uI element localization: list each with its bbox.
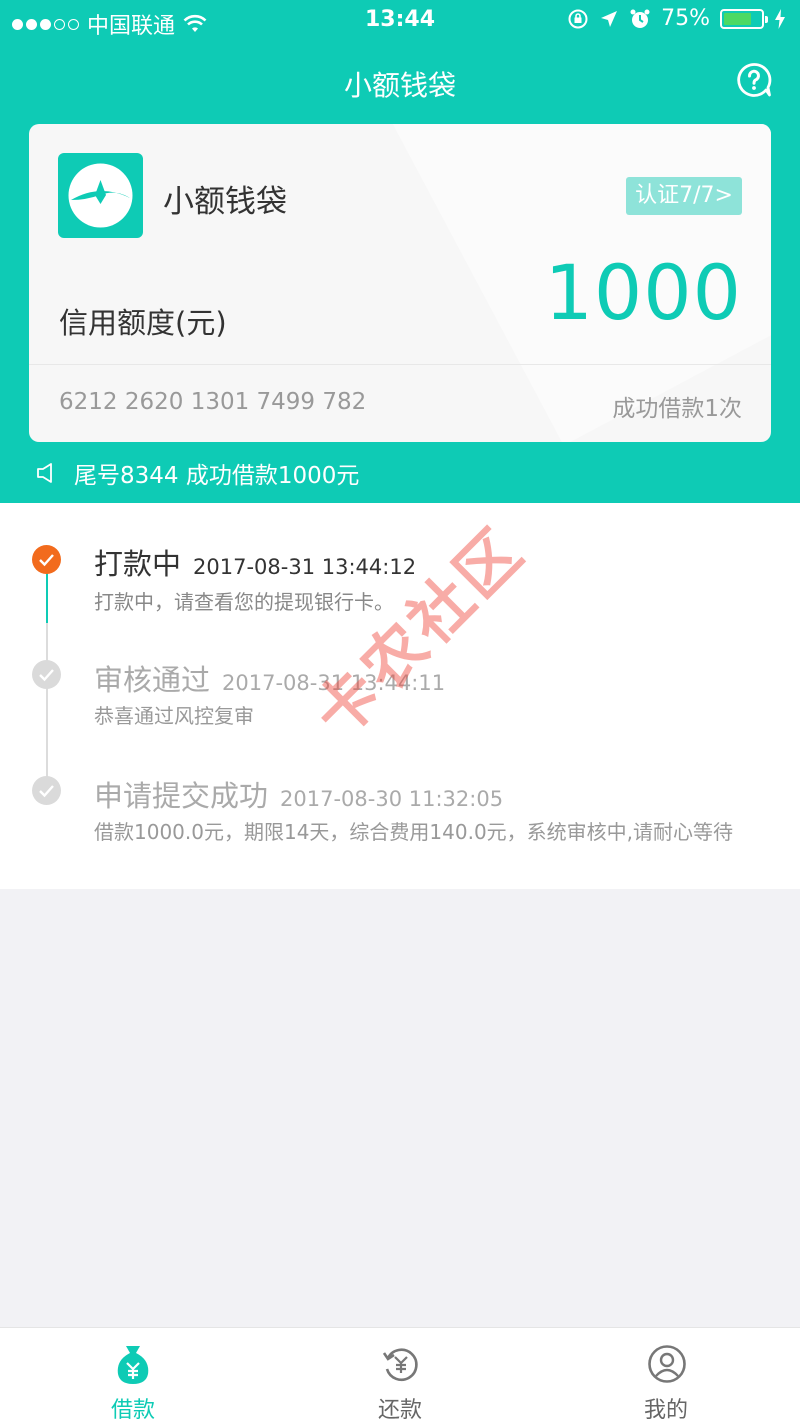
card-app-name: 小额钱袋 [163,184,287,220]
tab-mine[interactable]: 我的 [606,1328,726,1423]
step-title: 打款中 [94,547,182,581]
credit-card-panel: 小额钱袋 认证7/7> 信用额度(元) 1000 6212 2620 1301 … [29,124,771,442]
bank-card-number: 6212 2620 1301 7499 782 [59,389,367,415]
step-time: 2017-08-31 13:44:12 [193,555,417,579]
check-icon [39,785,54,798]
step-done-icon [32,660,61,689]
step-done-icon [32,776,61,805]
tab-borrow[interactable]: 借款 [73,1328,193,1423]
step-time: 2017-08-30 11:32:05 [280,787,504,811]
timeline-line-active [46,573,48,623]
status-bar: 中国联通 13:44 75% [0,0,800,40]
alarm-icon [630,9,650,28]
rotation-lock-icon [568,9,588,28]
tab-label: 借款 [110,1398,155,1423]
app-logo-icon [68,163,133,228]
tab-bar: 借款 还款 我的 [0,1327,800,1423]
step-description: 借款1000.0元，期限14天，综合费用140.0元，系统审核中,请耐心等待 [94,820,734,844]
step-time: 2017-08-31 13:44:11 [222,671,446,695]
step-description: 打款中，请查看您的提现银行卡。 [94,590,394,614]
step-title: 审核通过 [94,663,211,697]
page-title: 小额钱袋 [343,69,456,102]
battery-icon [720,8,768,29]
money-bag-icon [117,1346,149,1384]
battery-percent: 75% [661,6,710,31]
step-active-icon [32,545,61,574]
card-divider [29,364,771,365]
credit-limit-value: 1000 [544,248,742,337]
check-icon [39,669,54,682]
battery-fill [724,12,751,25]
step-title: 申请提交成功 [94,779,269,813]
check-icon [39,554,54,567]
certification-badge[interactable]: 认证7/7> [626,177,742,215]
timeline-item: 审核通过 2017-08-31 13:44:11 [94,657,445,699]
notice-text: 尾号8344 成功借款1000元 [74,463,360,489]
credit-limit-label: 信用额度(元) [59,306,227,340]
timeline-item: 申请提交成功 2017-08-30 11:32:05 [94,773,503,815]
location-icon [601,10,618,27]
tab-label: 还款 [377,1398,422,1423]
help-circle-icon[interactable] [736,62,772,98]
tab-label: 我的 [643,1398,688,1423]
step-description: 恭喜通过风控复审 [94,704,254,728]
notice-bar: 尾号8344 成功借款1000元 [36,458,360,489]
repay-icon [382,1348,418,1382]
loan-progress-timeline: 打款中 2017-08-31 13:44:12 打款中，请查看您的提现银行卡。 审… [0,503,800,889]
timeline-line [46,623,48,795]
app-logo [58,153,143,238]
tab-repay[interactable]: 还款 [340,1328,460,1423]
status-right: 75% [567,6,786,31]
loan-success-count: 成功借款1次 [612,396,742,422]
speaker-icon [37,463,52,483]
profile-icon [648,1345,686,1383]
charging-icon [775,8,785,29]
navigation-bar: 小额钱袋 [0,50,800,114]
timeline-item: 打款中 2017-08-31 13:44:12 [94,541,416,583]
header-area: 中国联通 13:44 75% 小额钱袋 小额钱袋 认证7/7> 信用额度(元) … [0,0,800,503]
